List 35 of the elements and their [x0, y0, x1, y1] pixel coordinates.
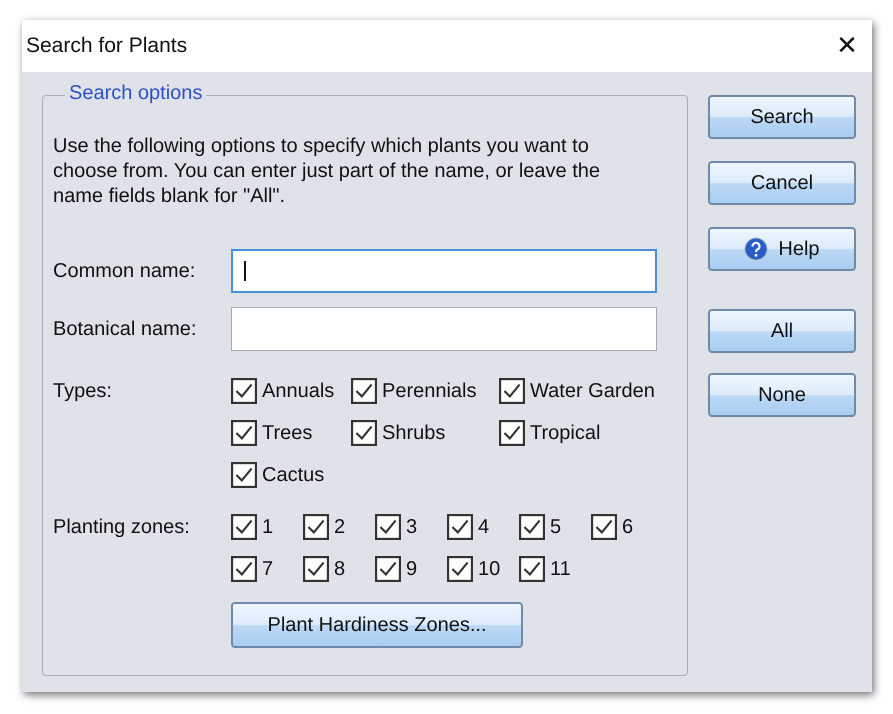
close-button[interactable]: ✕ [822, 21, 872, 71]
zone-checkbox[interactable]: 2 [303, 512, 375, 542]
type-checkbox[interactable]: Annuals [231, 376, 351, 406]
types-label: Types: [53, 379, 113, 404]
zone-checkbox[interactable]: 7 [231, 554, 303, 584]
type-checkbox[interactable]: Tropical [499, 418, 669, 448]
dialog-button[interactable]: None [708, 373, 856, 417]
description-text: Use the following options to specify which plants you want to choose from. You can enter just part of the name, or leave the name fields blank for "All". [53, 134, 602, 209]
text-field[interactable] [231, 249, 657, 293]
zone-checkbox[interactable]: 10 [447, 554, 519, 584]
type-checkbox[interactable]: Trees [231, 418, 351, 448]
type-checkbox[interactable]: Shrubs [351, 418, 499, 448]
hardiness-zones-button[interactable]: Plant Hardiness Zones... [231, 602, 523, 648]
type-checkbox[interactable]: Cactus [231, 460, 351, 490]
zone-checkbox[interactable]: 9 [375, 554, 447, 584]
dialog-button[interactable]: All [708, 309, 856, 353]
dialog-button[interactable]: Search [708, 95, 856, 139]
type-checkbox[interactable]: Water Garden [499, 376, 669, 406]
zone-checkbox[interactable]: 1 [231, 512, 303, 542]
zone-checkbox[interactable]: 3 [375, 512, 447, 542]
zones-label: Planting zones: [53, 515, 191, 540]
zone-checkbox[interactable]: 5 [519, 512, 591, 542]
dialog-button[interactable]: Help [708, 227, 856, 271]
dialog-button[interactable]: Cancel [708, 161, 856, 205]
type-checkbox[interactable]: Perennials [351, 376, 499, 406]
field-label: Common name: [53, 260, 196, 282]
zone-checkbox[interactable]: 11 [519, 554, 591, 584]
zone-checkbox[interactable]: 4 [447, 512, 519, 542]
field-label: Botanical name: [53, 318, 198, 340]
window-title: Search for Plants [26, 34, 188, 58]
help-icon [744, 237, 768, 261]
text-field[interactable] [231, 307, 657, 351]
group-title: Search options [65, 82, 206, 105]
zone-checkbox[interactable]: 6 [591, 512, 663, 542]
zone-checkbox[interactable]: 8 [303, 554, 375, 584]
